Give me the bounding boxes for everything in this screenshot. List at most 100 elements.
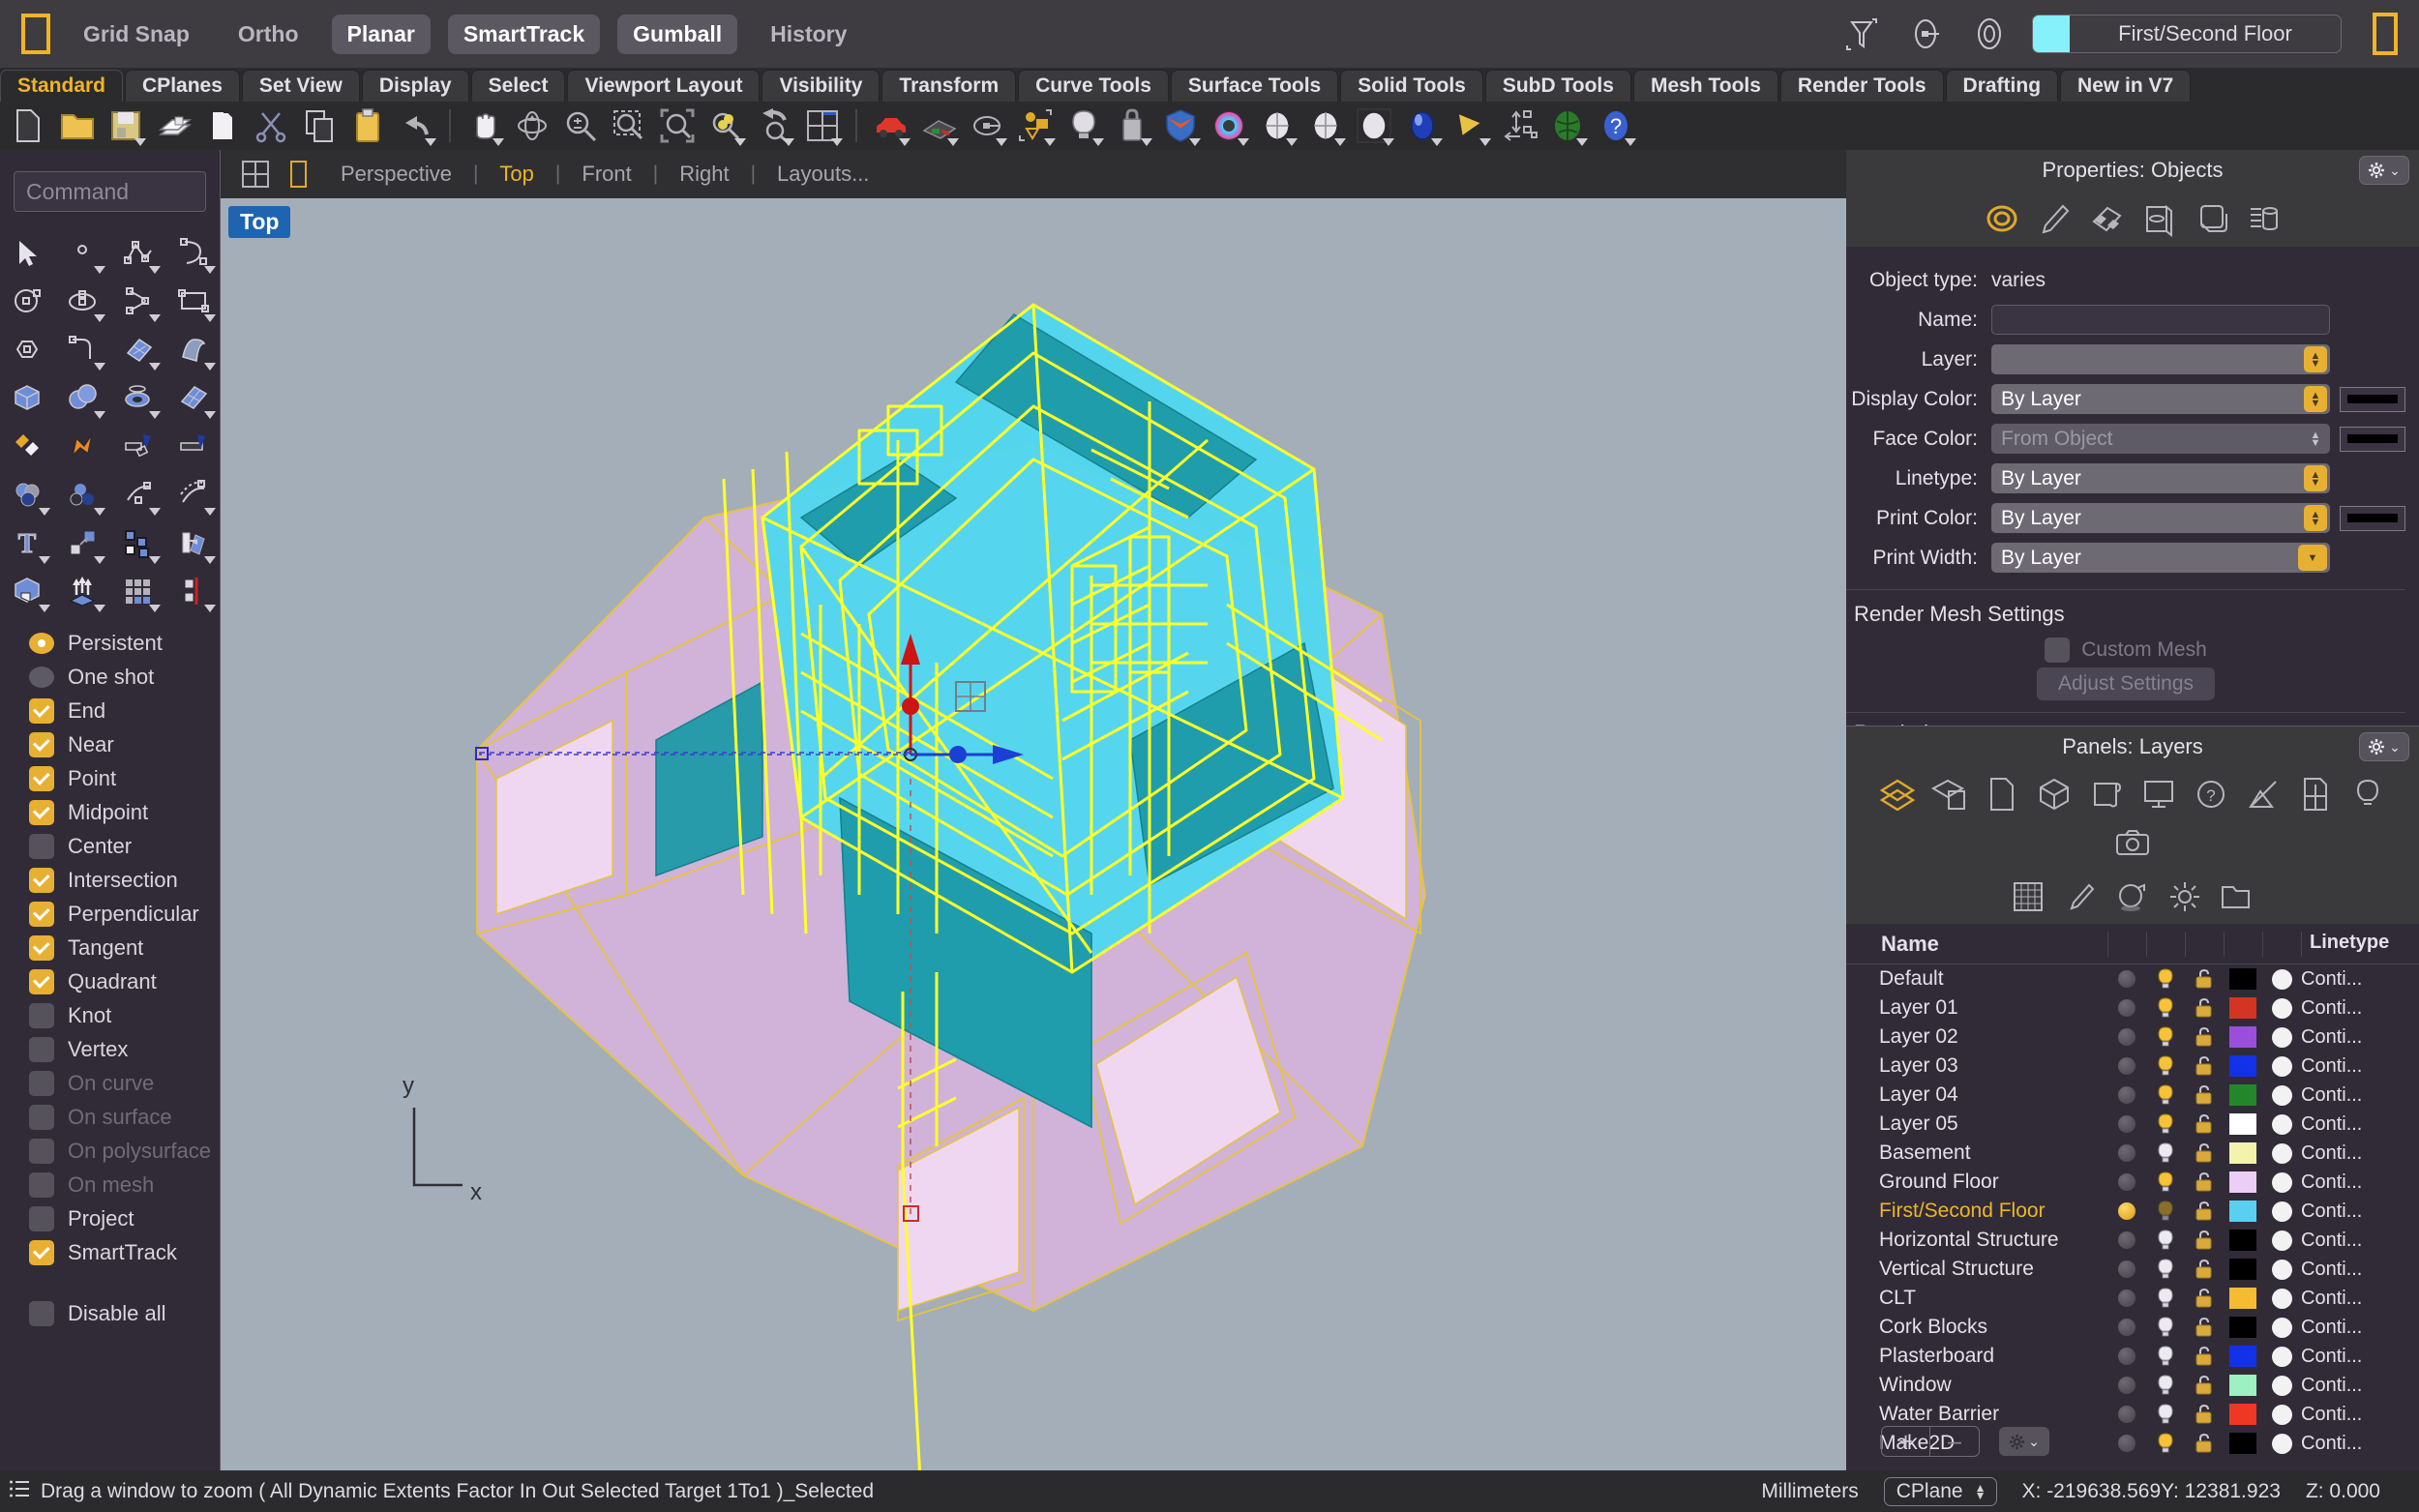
dropdown-caret-icon[interactable]: [1383, 138, 1394, 146]
remove-layer-button[interactable]: –: [1930, 1427, 1979, 1456]
color-swatch-button[interactable]: [2340, 386, 2405, 412]
layer-current-toggle[interactable]: [2107, 1260, 2146, 1278]
tab-set-view[interactable]: Set View: [241, 70, 360, 102]
display-monitor-icon[interactable]: [2135, 773, 2182, 815]
layer-linetype[interactable]: Conti...: [2301, 1142, 2384, 1165]
toggle-planar[interactable]: Planar: [331, 14, 431, 54]
dropdown-caret-icon[interactable]: [149, 363, 161, 371]
property-value-field[interactable]: From Object ▲ ▼: [1991, 424, 2330, 454]
layer-visibility-toggle[interactable]: [2146, 1316, 2185, 1339]
checkbox-icon[interactable]: [29, 867, 54, 893]
surface-from-curves-icon[interactable]: [110, 326, 165, 374]
layer-print-color-swatch[interactable]: [2262, 1288, 2301, 1309]
osnap-end[interactable]: End: [29, 694, 220, 727]
layer-lock-toggle[interactable]: [2185, 1259, 2224, 1280]
offset-dashed-icon[interactable]: [165, 471, 221, 519]
layer-color-swatch[interactable]: [2224, 1317, 2262, 1338]
property-value-field[interactable]: By Layer ▲ ▼: [1991, 463, 2330, 493]
layer-color-swatch[interactable]: [2224, 997, 2262, 1019]
layer-color-swatch[interactable]: [2224, 1026, 2262, 1048]
osnap-perpendicular[interactable]: Perpendicular: [29, 897, 220, 931]
render-globe-icon[interactable]: [1546, 104, 1589, 147]
dropdown-caret-icon[interactable]: [734, 138, 746, 146]
tab-subd-tools[interactable]: SubD Tools: [1484, 70, 1631, 102]
tab-standard[interactable]: Standard: [0, 70, 124, 102]
checkbox-icon[interactable]: [29, 1300, 54, 1326]
tab-viewport-layout[interactable]: Viewport Layout: [567, 70, 761, 102]
grid-icon[interactable]: [2005, 875, 2051, 918]
dropdown-caret-icon[interactable]: [204, 266, 216, 274]
dropdown-caret-icon[interactable]: [831, 138, 843, 146]
dropdown-caret-icon[interactable]: [1479, 138, 1491, 146]
toggle-history[interactable]: History: [755, 15, 862, 54]
select-arrow-icon[interactable]: [0, 229, 55, 278]
point-icon[interactable]: [55, 229, 110, 278]
tab-new-in-v7[interactable]: New in V7: [2060, 70, 2192, 102]
light-bulb-icon[interactable]: [1111, 104, 1153, 147]
tab-display[interactable]: Display: [361, 70, 469, 102]
layer-row[interactable]: Layer 01 Conti...: [1846, 993, 2419, 1023]
property-value-field[interactable]: [1991, 305, 2330, 335]
explode-icon[interactable]: [55, 423, 110, 471]
target-icon[interactable]: [1968, 13, 2011, 55]
layer-row[interactable]: CLT Conti...: [1846, 1284, 2419, 1313]
layer-color-swatch[interactable]: [2224, 1288, 2262, 1309]
dropdown-caret-icon[interactable]: [996, 138, 1007, 146]
layer-state-icon[interactable]: [1062, 104, 1105, 147]
osnap-intersection[interactable]: Intersection: [29, 863, 220, 897]
layer-linetype[interactable]: Conti...: [2301, 1346, 2384, 1368]
layer-lock-toggle[interactable]: [2185, 1142, 2224, 1164]
color-swatch-button[interactable]: [2340, 505, 2405, 531]
dropdown-caret-icon[interactable]: [94, 363, 105, 371]
layer-linetype[interactable]: Conti...: [2301, 968, 2384, 991]
help-icon[interactable]: ?: [1595, 104, 1637, 147]
layer-print-color-swatch[interactable]: [2262, 1230, 2301, 1251]
curve-icon[interactable]: [165, 229, 221, 278]
dropdown-caret-icon[interactable]: [149, 411, 161, 419]
layer-color-swatch[interactable]: [2224, 1375, 2262, 1396]
checkbox-icon[interactable]: [29, 968, 54, 994]
rotate-view-icon[interactable]: [511, 104, 553, 147]
tab-cplanes[interactable]: CPlanes: [125, 70, 240, 102]
layer-linetype[interactable]: Conti...: [2301, 1375, 2384, 1397]
undo-view-icon[interactable]: [753, 104, 795, 147]
four-view-icon[interactable]: [801, 104, 844, 147]
camera-icon[interactable]: [2109, 821, 2156, 864]
new-file-icon[interactable]: [8, 104, 50, 147]
checkbox-icon[interactable]: [29, 833, 54, 859]
sphere-boolean-icon[interactable]: [55, 374, 110, 423]
layer-print-color-swatch[interactable]: [2262, 1055, 2301, 1077]
scale-icon[interactable]: [55, 519, 110, 568]
layer-row[interactable]: Vertical Structure Conti...: [1846, 1255, 2419, 1284]
list-icon[interactable]: [2240, 197, 2286, 240]
toggle-ortho[interactable]: Ortho: [223, 15, 314, 54]
layer-linetype[interactable]: Conti...: [2301, 1055, 2384, 1078]
viewport-active-label[interactable]: Top: [228, 206, 291, 238]
layer-lock-toggle[interactable]: [2185, 1171, 2224, 1193]
layer-lock-toggle[interactable]: [2185, 1084, 2224, 1106]
layer-print-color-swatch[interactable]: [2262, 997, 2301, 1019]
polygon-icon[interactable]: [0, 326, 55, 374]
single-view-layout-icon[interactable]: [277, 153, 319, 195]
layer-current-toggle[interactable]: [2107, 1173, 2146, 1191]
layer-lock-toggle[interactable]: [2185, 1375, 2224, 1396]
layer-lock-toggle[interactable]: [2185, 1055, 2224, 1077]
dropdown-caret-icon[interactable]: [1141, 138, 1152, 146]
dropdown-caret-icon[interactable]: [149, 605, 161, 612]
checkbox-icon[interactable]: [29, 697, 54, 724]
sphere-grid-icon[interactable]: [1353, 104, 1395, 147]
layer-color-swatch[interactable]: [2224, 1230, 2262, 1251]
layer-linetype[interactable]: Conti...: [2301, 1026, 2384, 1049]
layer-current-toggle[interactable]: [2107, 1144, 2146, 1162]
dropdown-caret-icon[interactable]: [94, 266, 105, 274]
osnap-vertex[interactable]: Vertex: [29, 1032, 220, 1066]
boolean-union-icon[interactable]: [0, 423, 55, 471]
layer-color-swatch[interactable]: [2224, 1259, 2262, 1280]
osnap-point[interactable]: Point: [29, 761, 220, 795]
layer-current-toggle[interactable]: [2107, 1290, 2146, 1307]
layer-visibility-toggle[interactable]: [2146, 967, 2185, 991]
cube-icon[interactable]: [2031, 773, 2077, 815]
grid-plane-icon[interactable]: [966, 104, 1008, 147]
radio-icon[interactable]: [29, 632, 54, 654]
dropdown-caret-icon[interactable]: [1286, 138, 1298, 146]
